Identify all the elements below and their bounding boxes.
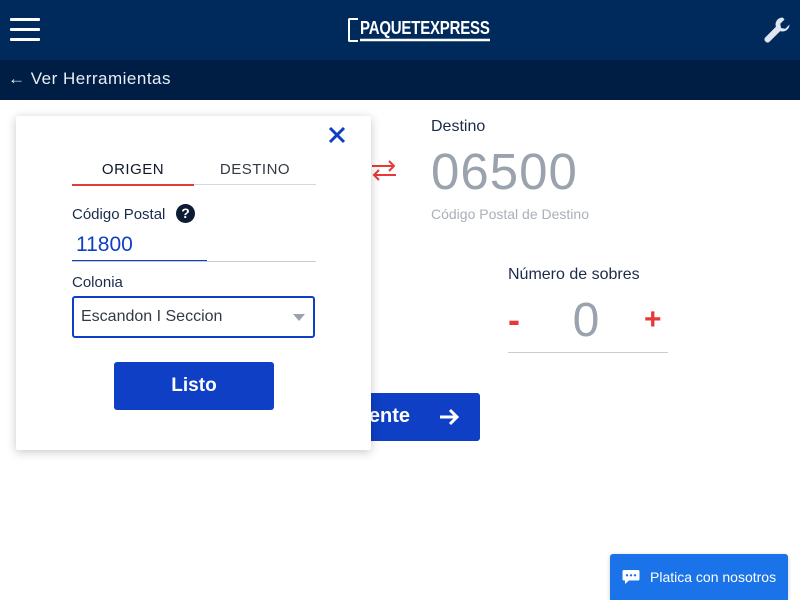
decrease-envelopes-button[interactable]: -: [508, 302, 528, 338]
swap-arrows-icon[interactable]: [370, 158, 398, 182]
envelope-count-label: Número de sobres: [508, 266, 640, 283]
destination-caption: Código Postal de Destino: [431, 206, 589, 222]
back-to-tools-link[interactable]: ← Ver Herramientas: [8, 69, 171, 89]
colonia-select[interactable]: Escandon I Seccion: [72, 296, 315, 338]
postal-code-label: Código Postal: [72, 206, 166, 223]
colonia-label: Colonia: [72, 274, 123, 291]
envelope-count-value[interactable]: 0: [568, 293, 604, 348]
help-icon[interactable]: ?: [176, 204, 195, 223]
brand-name: PAQUETEXPRESS: [360, 18, 490, 41]
increase-envelopes-button[interactable]: +: [644, 302, 666, 338]
hamburger-menu-icon[interactable]: [10, 18, 40, 42]
close-icon[interactable]: [327, 124, 347, 146]
tab-origen[interactable]: ORIGEN: [72, 161, 194, 178]
tab-destino[interactable]: DESTINO: [194, 161, 316, 178]
chat-button-label: Platica con nosotros: [650, 569, 777, 585]
active-tab-indicator: [72, 184, 194, 186]
destination-postal-code[interactable]: 06500: [431, 142, 578, 201]
chat-button[interactable]: Platica con nosotros: [610, 554, 788, 600]
origin-destination-modal: ORIGEN DESTINO Código Postal ? Colonia E…: [16, 116, 371, 450]
chevron-down-icon: [293, 314, 305, 321]
postal-code-input[interactable]: [72, 230, 207, 262]
brand-logo[interactable]: PAQUETEXPRESS: [348, 17, 490, 42]
colonia-selected-value: Escandon I Seccion: [81, 308, 223, 325]
envelope-count-underline: [508, 352, 668, 353]
chat-bubble-icon: [622, 570, 640, 584]
logo-mark-icon: [348, 17, 358, 42]
top-navigation-bar: PAQUETEXPRESS: [0, 0, 800, 60]
arrow-right-icon: [440, 408, 460, 426]
postal-code-underline: [72, 261, 316, 262]
wrench-icon[interactable]: [762, 15, 792, 45]
done-button[interactable]: Listo: [114, 362, 274, 410]
destination-label: Destino: [431, 118, 486, 135]
